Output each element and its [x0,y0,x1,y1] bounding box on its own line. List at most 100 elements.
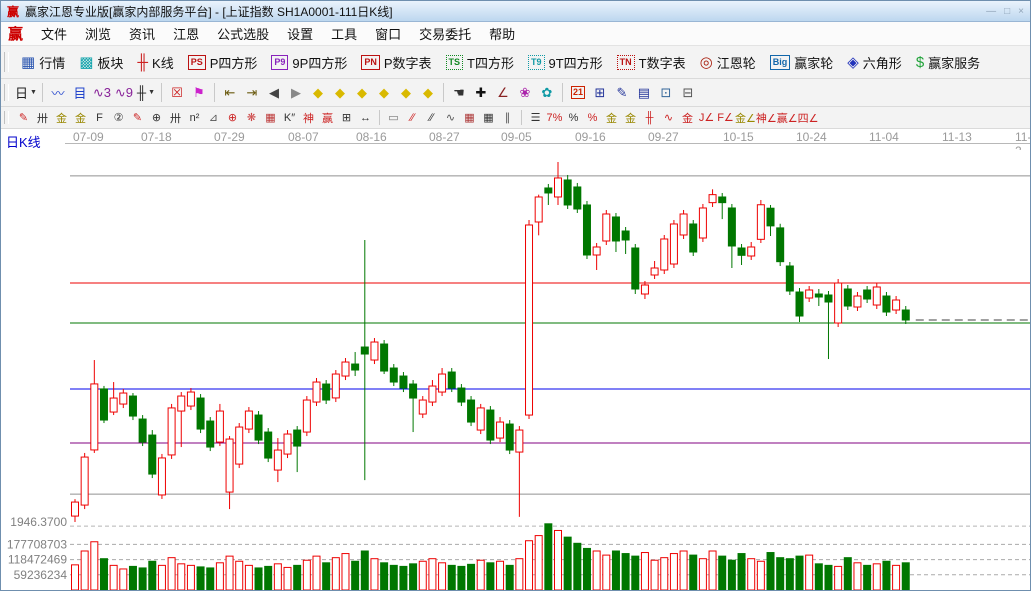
menu-item[interactable]: 交易委托 [410,27,480,42]
menu-item[interactable]: 设置 [278,27,322,42]
9t-square-button[interactable]: T99T四方形 [521,53,610,72]
grid-a-button[interactable]: ▦ [460,110,479,126]
zoom-horizontal-button[interactable]: ◆ [352,83,372,102]
bar-tool-button[interactable]: ☰ [526,110,545,126]
f10-report-button[interactable]: 目 [70,83,90,102]
percent-7-button[interactable]: 7% [545,110,564,126]
go-first-button[interactable]: ⇤ [220,83,240,102]
menu-item[interactable]: 窗口 [366,27,410,42]
gann-wheel-button[interactable]: ◎江恩轮 [693,53,763,72]
zoom-fit-button[interactable]: ◆ [418,83,438,102]
p-square-button[interactable]: PSP四方形 [181,53,265,72]
crosshair-button[interactable]: ✚ [471,83,491,102]
net-update-button[interactable]: ⊡ [656,83,676,102]
star-tool-icon: ❋ [247,111,256,124]
notes-button[interactable]: ✎ [612,83,632,102]
k-mark-button[interactable]: K″ [280,110,299,126]
maximize-button[interactable]: □ [1004,6,1010,17]
next-bar-button[interactable]: ▶ [286,83,306,102]
gold-red-line-button[interactable]: 金 [678,110,697,126]
si-fan-button[interactable]: 四∠ [798,110,819,126]
n2-ruler-button[interactable]: n² [185,110,204,126]
gold-ruler-button[interactable]: 金 [52,110,71,126]
wave-tool-button[interactable]: ∿ [441,110,460,126]
save-button[interactable]: ▤ [634,83,654,102]
star-tool-button[interactable]: ❋ [242,110,261,126]
sectors-button[interactable]: ▩板块 [72,53,130,72]
print-button[interactable]: ⊟ [678,83,698,102]
shift-left-button[interactable]: ◆ [308,83,328,102]
parallel-lines-button[interactable]: ∥ [498,110,517,126]
f-ruler-button[interactable]: F [90,110,109,126]
date-label: 07-29 [214,130,245,144]
shift-right-button[interactable]: ◆ [330,83,350,102]
tick-ruler-button[interactable]: 卅 [166,110,185,126]
gann-box-button[interactable]: ▦ [261,110,280,126]
two-ruler-button[interactable]: ② [109,110,128,126]
close-button[interactable]: × [1018,6,1024,17]
globe-tool-button[interactable]: ✿ [537,83,557,102]
red-fan-button[interactable]: ∕∕ [403,110,422,126]
t-number-table-button[interactable]: TNT数字表 [610,53,693,72]
hexagon-button[interactable]: ◈六角形 [840,53,909,72]
prev-bar-button[interactable]: ◀ [264,83,284,102]
pencil-2-button[interactable]: ✎ [128,110,147,126]
kline-chart-area[interactable]: 177708703118472469592362341946.3700 [1,150,1031,591]
fan-lines-button[interactable]: ∕∕ [422,110,441,126]
calendar-button[interactable]: 21 [568,83,588,102]
frame-tool-button[interactable]: ▭ [384,110,403,126]
angle-tool-button[interactable]: ⊿ [204,110,223,126]
winner-service-button[interactable]: $赢家服务 [909,53,987,72]
hand-tool-button[interactable]: ☚ [449,83,469,102]
wave-line-button[interactable]: ∿ [659,110,678,126]
menu-item[interactable]: 江恩 [164,27,208,42]
candle-style-button[interactable]: ╫▼ [136,83,156,102]
period-daily-button[interactable]: 日▼ [15,83,37,102]
gold-circle-button[interactable]: 金 [602,110,621,126]
minimize-button[interactable]: — [986,6,996,17]
gold-fan-button[interactable]: 金∠ [735,110,756,126]
zoom-out-button[interactable]: ◆ [374,83,394,102]
menu-item[interactable]: 浏览 [76,27,120,42]
gann-cross-button[interactable]: ⊕ [223,110,242,126]
percent-line-button[interactable]: % [583,110,602,126]
wave-3-button[interactable]: ∿3 [92,83,112,102]
kline-chart[interactable]: 177708703118472469592362341946.3700 [1,150,1031,591]
gann-circle-button[interactable]: ⊕ [147,110,166,126]
j-fan-button[interactable]: J∠ [697,110,716,126]
span-arrows-button[interactable]: ↔ [356,110,375,126]
gold-line-button[interactable]: 金 [621,110,640,126]
p-number-table-button[interactable]: PNP数字表 [354,53,438,72]
zoom-in-button[interactable]: ◆ [396,83,416,102]
go-last-button[interactable]: ⇥ [242,83,262,102]
percent-button[interactable]: % [564,110,583,126]
chart-type-button[interactable]: 〰 [48,83,68,102]
gold-ruler-2-button[interactable]: 金 [71,110,90,126]
9p-square-button[interactable]: P99P四方形 [264,53,354,72]
grid-123-button[interactable]: ⊞ [337,110,356,126]
pencil-button[interactable]: ✎ [14,110,33,126]
candle-pen-button[interactable]: ╫ [640,110,659,126]
menu-item[interactable]: 资讯 [120,27,164,42]
menu-item[interactable]: 文件 [32,27,76,42]
trend-angle-button[interactable]: ∠ [493,83,513,102]
menu-item[interactable]: 帮助 [480,27,524,42]
kline-button[interactable]: ╫K线 [130,53,180,72]
winner-wheel-button[interactable]: Big赢家轮 [763,53,841,72]
volume-flag-button[interactable]: ⚑ [189,83,209,102]
menu-item[interactable]: 工具 [322,27,366,42]
shen-ruler-button[interactable]: 神 [299,110,318,126]
shen-fan-button[interactable]: 神∠ [756,110,777,126]
flower-tool-button[interactable]: ❀ [515,83,535,102]
f-fan-button[interactable]: F∠ [716,110,735,126]
quotes-button[interactable]: ▦行情 [14,53,72,72]
wave-9-button[interactable]: ∿9 [114,83,134,102]
t-square-button[interactable]: TST四方形 [439,53,521,72]
ying-fan-button[interactable]: 赢∠ [777,110,798,126]
grid-b-button[interactable]: ▦ [479,110,498,126]
calculator-button[interactable]: ⊞ [590,83,610,102]
k-backtest-button[interactable]: ☒ [167,83,187,102]
ruler-button[interactable]: 卅 [33,110,52,126]
ying-ruler-button[interactable]: 赢 [318,110,337,126]
menu-item[interactable]: 公式选股 [208,27,278,42]
